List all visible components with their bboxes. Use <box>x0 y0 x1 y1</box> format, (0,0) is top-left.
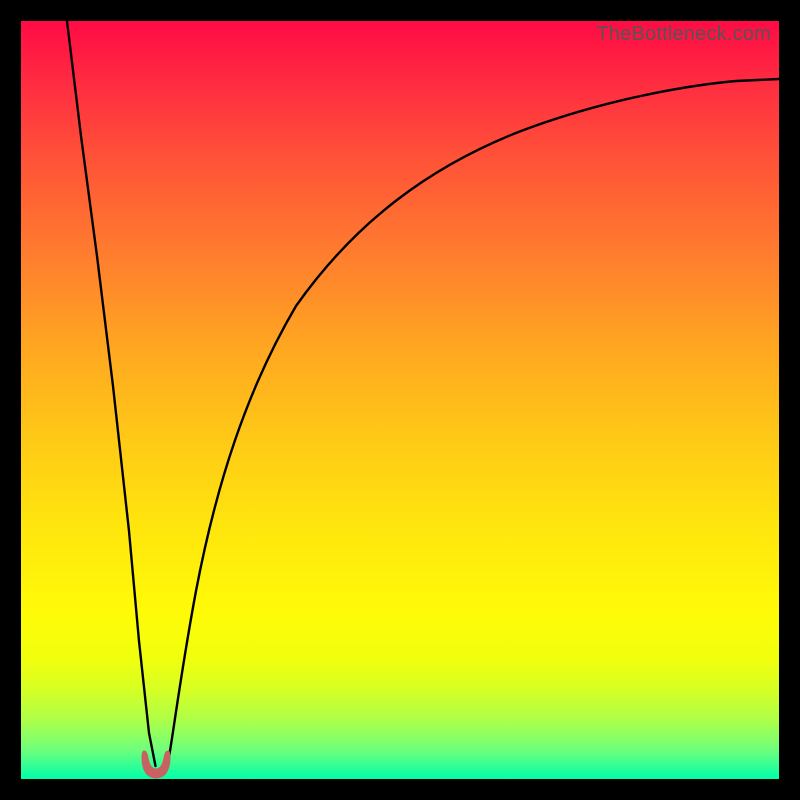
plot-area: TheBottleneck.com <box>21 21 779 779</box>
dip-marker <box>139 749 173 779</box>
watermark-text: TheBottleneck.com <box>596 23 771 46</box>
chart-frame: TheBottleneck.com <box>0 0 800 800</box>
bottleneck-curve <box>21 21 779 779</box>
curve-left-branch <box>67 21 156 766</box>
curve-right-branch <box>168 79 780 766</box>
